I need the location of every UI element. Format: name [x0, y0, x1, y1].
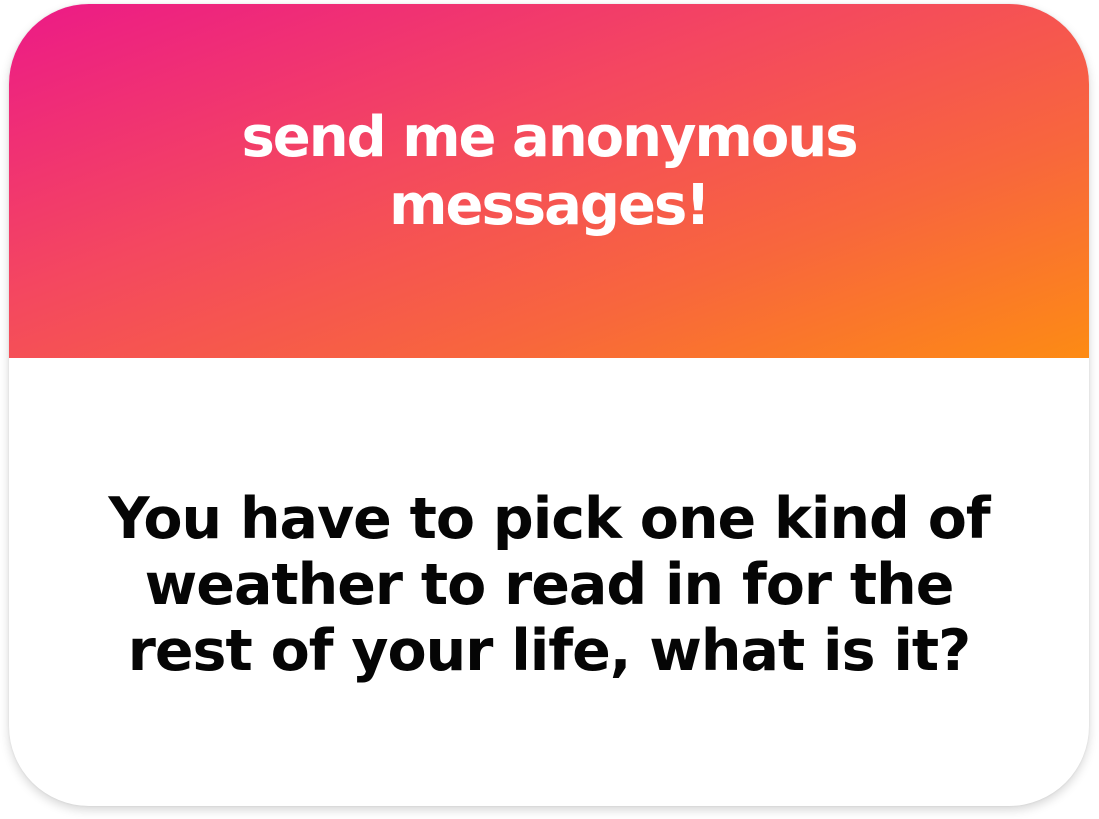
question-card: send me anonymous messages! You have to … [9, 4, 1089, 806]
header-title: send me anonymous messages! [241, 105, 858, 238]
card-header: send me anonymous messages! [9, 4, 1089, 358]
question-text: You have to pick one kind of weather to … [108, 486, 990, 684]
card-body: You have to pick one kind of weather to … [9, 358, 1089, 806]
